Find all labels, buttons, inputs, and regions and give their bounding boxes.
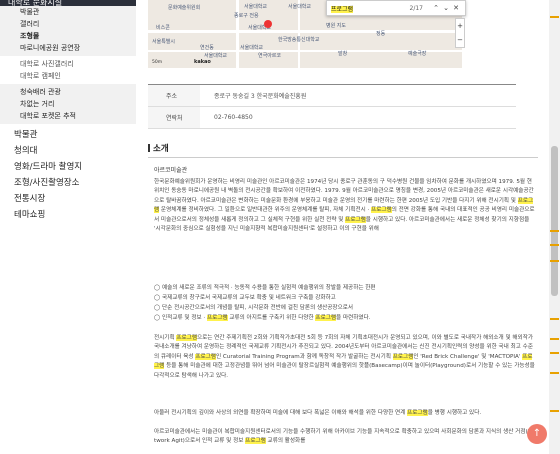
info-row: 연락처 02-760-4850	[148, 107, 516, 129]
map-road	[298, 0, 300, 68]
map-label: 정동	[376, 31, 386, 37]
sidebar: 대학로 문화시설 박물관 갤러리 조형물 마로니에공원 공연장 대학로 사진갤러…	[0, 0, 136, 454]
close-icon[interactable]: ✕	[451, 4, 461, 12]
scrollbar-find-marker	[550, 260, 559, 262]
intro-paragraph-1: 한국문화예술위원회가 운영하는 비영리 미술관인 아르코미술관은 1974년 당…	[154, 179, 535, 233]
find-input[interactable]: 프로그램	[331, 4, 410, 13]
intro-paragraph-3: 아울러 전시기획의 깊이와 사상의 외연을 확장하며 미술에 대해 보다 폭넓은…	[154, 410, 482, 416]
sidebar-sub-item[interactable]: 청숙배러 관광	[0, 86, 136, 98]
sidebar-sub-item[interactable]: 박물관	[0, 6, 136, 18]
find-in-page-bar: 프로그램 2/17 ⌃ ⌄ ✕	[326, 0, 466, 16]
map-label: 종로구 전용	[234, 13, 259, 19]
map-road	[236, 0, 239, 68]
page-scrollbar[interactable]	[549, 0, 560, 454]
find-highlight: 프로그램	[371, 207, 392, 214]
chevron-down-icon[interactable]: ⌄	[441, 4, 451, 12]
find-highlight: 프로그램	[154, 197, 534, 214]
zoom-out-button[interactable]: −	[456, 33, 464, 47]
kakao-logo: kakao	[194, 59, 211, 65]
find-highlight: 프로그램	[245, 438, 266, 445]
scrollbar-find-marker	[550, 244, 559, 246]
sidebar-sub-item-active[interactable]: 조형물	[0, 30, 136, 42]
sidebar-main-item[interactable]: 조형/사진촬영장소	[0, 175, 136, 191]
bullet-item: ◯ 국제교류의 창구로서 국제교류의 교두보 확충 및 네트워크 구축을 강화하…	[154, 295, 336, 301]
info-table: 주소 종로구 동숭길 3 한국문화예술진흥원 연락처 02-760-4850	[148, 84, 516, 129]
chevron-up-icon[interactable]: ⌃	[431, 4, 441, 12]
map-label: 서울대학교	[204, 53, 228, 59]
sidebar-sub-item[interactable]: 대학로 포켓몬 추적	[0, 110, 136, 122]
scrollbar-find-marker	[550, 352, 559, 354]
find-highlight: 프로그램	[407, 410, 428, 416]
intro-subtitle: 아르코미술관	[154, 167, 188, 174]
intro-heading: 소개	[148, 142, 538, 158]
zoom-in-button[interactable]: +	[456, 19, 464, 33]
sidebar-main-item[interactable]: 전통시장	[0, 191, 136, 207]
sidebar-main-item[interactable]: 청의대	[0, 143, 136, 159]
info-key: 주소	[148, 85, 200, 106]
find-match-count: 2/17	[409, 4, 423, 12]
scrollbar-find-marker	[550, 338, 559, 340]
sidebar-main-item[interactable]: 테마쇼핑	[0, 207, 136, 223]
map-label: 연건동	[200, 45, 214, 51]
scrollbar-find-marker	[550, 230, 559, 232]
map-label: 한국방송통신대학교	[278, 37, 320, 43]
find-highlight: 프로그램	[315, 315, 337, 321]
map-label: 병원 지도	[326, 23, 346, 29]
main-content: 문화예술위원회 서울대학교 서울대학교 종로구 전용 한국방송통신대학교 비스콘…	[148, 0, 548, 454]
bullet-item: ◯ 단순 전시공간으로서의 개념을 탈피, 시각문화 전반에 걸친 담론의 생산…	[154, 305, 354, 311]
find-highlight: 프로그램	[345, 216, 366, 223]
map-label: 서울대학교	[244, 4, 268, 10]
map-label: 서울대학교	[240, 45, 264, 51]
info-row: 주소 종로구 동숭길 3 한국문화예술진흥원	[148, 85, 516, 107]
sidebar-main-item[interactable]: 박물관	[0, 127, 136, 143]
find-highlight: 프로그램	[206, 315, 228, 321]
sidebar-item[interactable]: 대학로 캠페인	[0, 70, 136, 82]
info-key: 연락처	[148, 107, 200, 128]
map-zoom-control: + −	[455, 18, 465, 48]
bullet-item: ◯ 예술의 새로운 조류의 적극적 · 능동적 수용을 통한 실험적 예술행위의…	[154, 285, 376, 291]
map-label: 연극아르코	[258, 53, 282, 59]
info-value: 종로구 동숭길 3 한국문화예술진흥원	[214, 93, 307, 100]
scroll-to-top-button[interactable]: ↑	[527, 424, 547, 444]
map-scale: 50m	[152, 60, 163, 65]
scrollbar-find-marker	[550, 318, 559, 320]
find-highlight: 프로그램	[392, 353, 414, 360]
sidebar-sub-item[interactable]: 마로니에공원 공연장	[0, 42, 136, 54]
bullet-item: ◯ 인적교류 및 정보 · 프로그램 교류의 아지트를 구축키 위한 다양한 프…	[154, 315, 371, 321]
find-highlight: 프로그램	[176, 335, 197, 341]
sidebar-sub-item[interactable]: 차없는 거리	[0, 98, 136, 110]
sidebar-main-item[interactable]: 영화/드라마 촬영지	[0, 159, 136, 175]
find-highlight: 프로그램	[195, 353, 216, 360]
sidebar-sub-item[interactable]: 갤러리	[0, 18, 136, 30]
map-label: 문화예술위원회	[168, 5, 201, 11]
sidebar-submenu-2: 청숙배러 관광 차없는 거리 대학로 포켓몬 추적	[0, 84, 136, 124]
sidebar-submenu: 박물관 갤러리 조형물 마로니에공원 공연장	[0, 6, 136, 56]
info-value: 02-760-4850	[214, 114, 253, 121]
intro-paragraph-2: 전시기획 프로그램으로는 연간 주제기획전 2회와 기획작가초대전 5회 등 7…	[154, 335, 535, 379]
map-label: 발창	[338, 51, 348, 57]
scrollbar-find-marker	[550, 16, 559, 18]
map-label: 예술극장	[408, 51, 427, 57]
map-label: 서울대학교	[288, 4, 312, 10]
map-road	[148, 30, 462, 33]
map-label: 서울특별시	[152, 39, 176, 45]
scrollbar-find-marker	[550, 410, 559, 412]
scrollbar-thumb[interactable]	[551, 146, 558, 296]
map-label: 비스콘	[156, 25, 170, 31]
sidebar-item[interactable]: 대학로 사진갤러리	[0, 58, 136, 70]
intro-paragraph-4: 아르코미술관에서는 미술관이 복합미술지원센터로서의 기능을 수행하기 위해 아…	[154, 429, 536, 445]
scrollbar-find-marker	[550, 372, 559, 374]
map-marker-icon[interactable]	[264, 20, 272, 28]
